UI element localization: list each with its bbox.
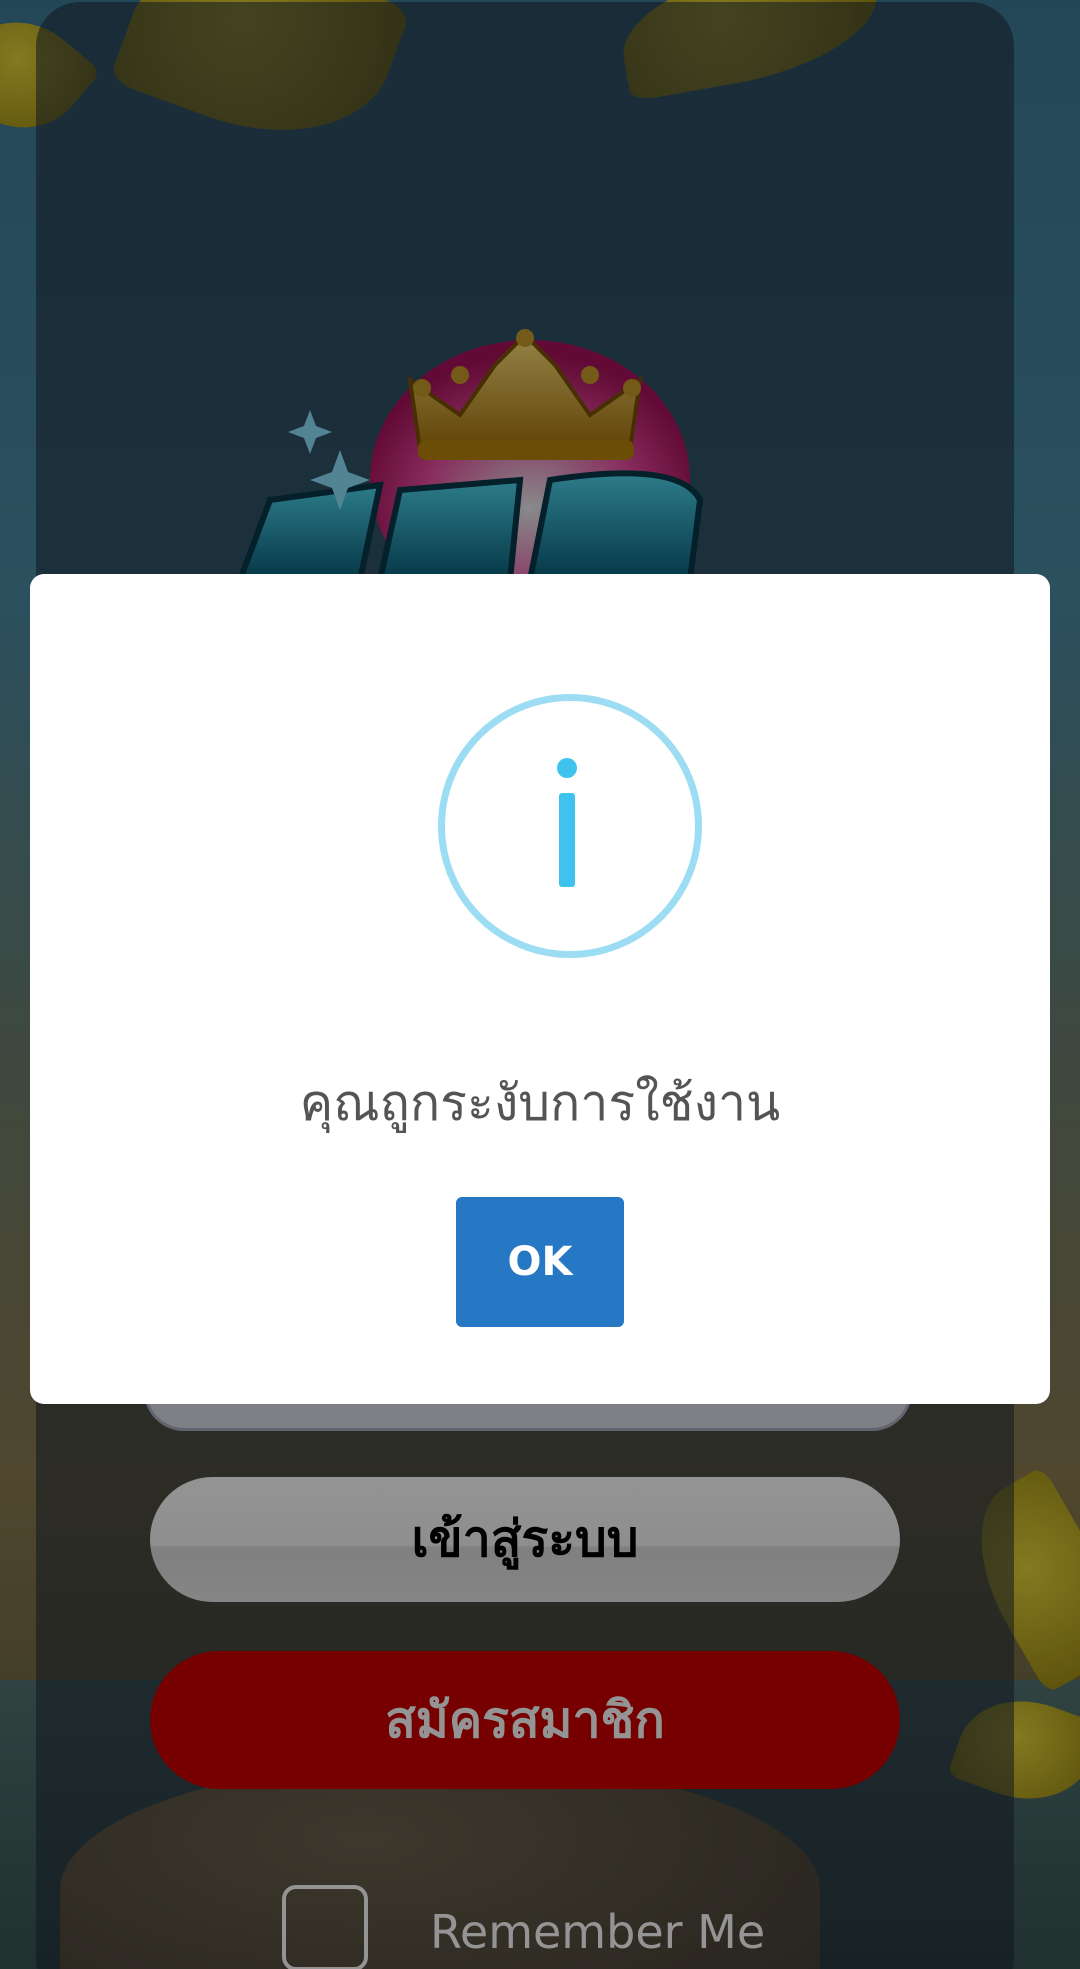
dialog-message: คุณถูกระงับการใช้งาน bbox=[299, 1074, 781, 1132]
login-page: เข้าสู่ระบบ สมัครสมาชิก Remember Me คุณถ… bbox=[0, 0, 1080, 1969]
info-icon-bar bbox=[559, 793, 575, 887]
info-icon bbox=[438, 694, 702, 958]
ok-button[interactable]: OK bbox=[456, 1197, 624, 1327]
info-icon-dot bbox=[557, 758, 577, 778]
alert-dialog: คุณถูกระงับการใช้งาน OK bbox=[30, 574, 1050, 1404]
